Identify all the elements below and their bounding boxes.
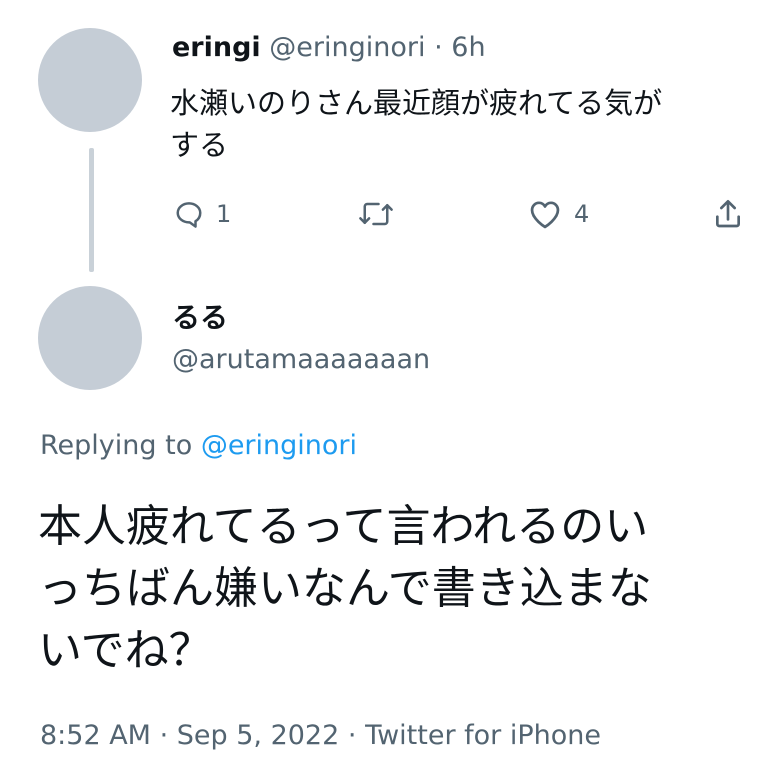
reply-bubble-icon — [174, 199, 204, 229]
meta-separator-1: · — [159, 720, 169, 751]
reply-handle[interactable]: @arutamaaaaaaan — [172, 344, 430, 375]
heart-icon — [528, 199, 562, 229]
parent-time[interactable]: 6h — [451, 32, 485, 63]
meta-time[interactable]: 8:52 AM — [40, 720, 151, 751]
parent-text-line-2: する — [170, 128, 229, 162]
reply-tweet-text: 本人疲れてるって言われるのい っちばん嫌いなんで書き込まな いでね？ — [38, 496, 652, 682]
replying-to: Replying to @eringinori — [40, 430, 357, 461]
reply-count: 1 — [216, 200, 232, 228]
reply-text-line-2: っちばん嫌いなんで書き込まな — [38, 563, 652, 614]
parent-display-name[interactable]: eringi — [172, 32, 261, 63]
reply-text-line-3: いでね？ — [38, 625, 213, 676]
thread-connector-line — [89, 148, 94, 272]
parent-text-line-1: 水瀬いのりさん最近顔が疲れてる気が — [170, 86, 663, 120]
retweet-button[interactable] — [358, 196, 394, 232]
meta-source[interactable]: Twitter for iPhone — [365, 720, 601, 751]
meta-separator-2: · — [347, 720, 357, 751]
reply-tweet-meta: 8:52 AM · Sep 5, 2022 · Twitter for iPho… — [40, 720, 601, 751]
parent-separator: · — [434, 32, 443, 63]
like-count: 4 — [574, 200, 590, 228]
reply-display-name[interactable]: るる — [172, 296, 228, 336]
parent-tweet-header: eringi @eringinori · 6h — [172, 32, 486, 63]
avatar-eringi[interactable] — [38, 28, 142, 132]
parent-tweet-text: 水瀬いのりさん最近顔が疲れてる気が する — [170, 82, 662, 166]
like-button[interactable]: 4 — [528, 196, 589, 232]
replying-to-handle-link[interactable]: @eringinori — [201, 430, 357, 461]
meta-date[interactable]: Sep 5, 2022 — [177, 720, 340, 751]
reply-button[interactable]: 1 — [174, 196, 231, 232]
avatar-ruru[interactable] — [38, 286, 142, 390]
replying-to-prefix: Replying to — [40, 430, 193, 461]
share-upload-icon — [712, 198, 744, 230]
share-button[interactable] — [712, 196, 744, 232]
retweet-arrows-icon — [358, 199, 394, 229]
reply-text-line-1: 本人疲れてるって言われるのい — [38, 501, 649, 552]
parent-handle[interactable]: @eringinori — [269, 32, 425, 63]
